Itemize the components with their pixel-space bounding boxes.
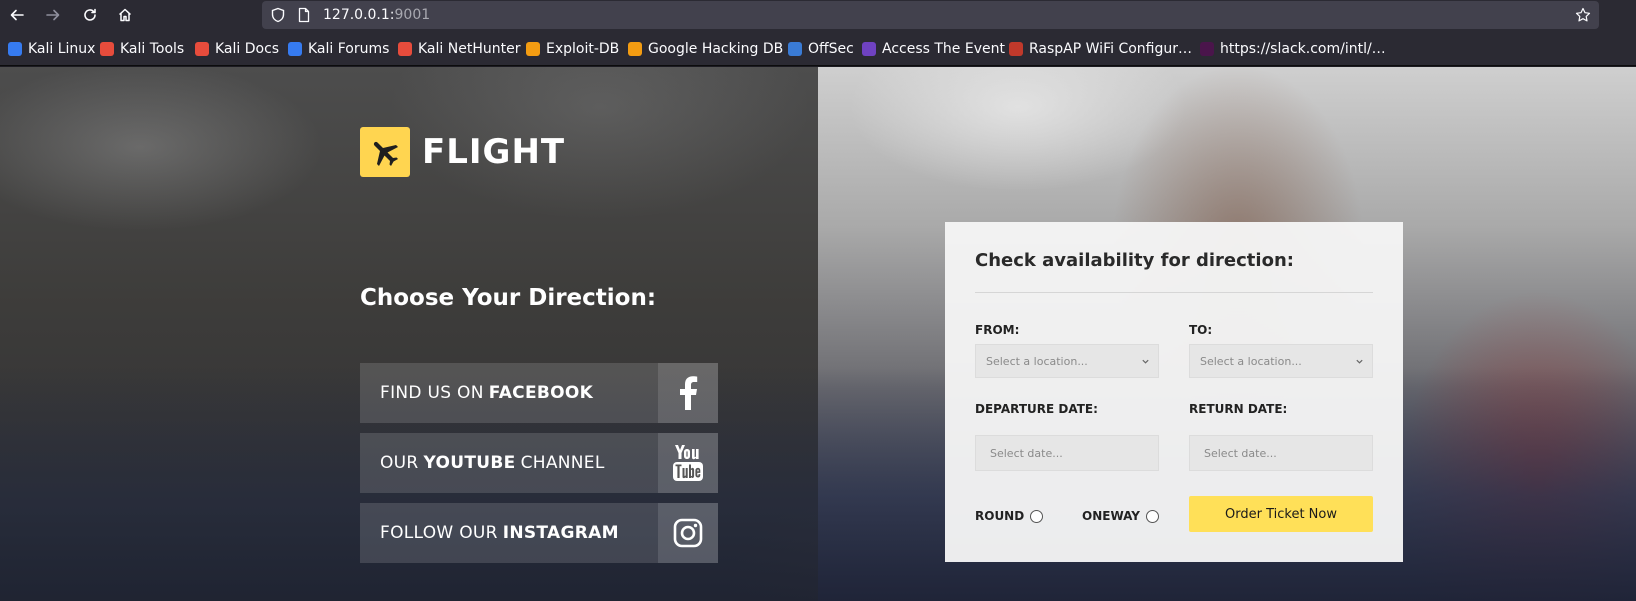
bookmark-label: Kali Tools: [120, 41, 185, 57]
bookmarks-bar: Kali Linux Kali Tools Kali Docs Kali Forums…: [0, 30, 1636, 66]
bookmark-item[interactable]: Kali Tools: [100, 40, 184, 58]
home-icon: [118, 8, 132, 22]
url-text[interactable]: 127.0.0.1:9001: [323, 7, 430, 23]
bookmark-item[interactable]: https://slack.com/intl/…: [1200, 40, 1386, 58]
youtube-icon-box: [658, 433, 718, 493]
youtube-suffix: CHANNEL: [520, 453, 605, 473]
return-date-placeholder: Select date...: [1204, 446, 1277, 460]
instagram-prefix: FOLLOW OUR: [380, 523, 498, 543]
round-option[interactable]: ROUND: [975, 509, 1044, 523]
departure-date-input[interactable]: Select date...: [975, 435, 1159, 471]
browser-toolbar: 127.0.0.1:9001: [0, 0, 1636, 30]
to-select-value: Select a location...: [1200, 354, 1302, 368]
kali-dragon-icon: [8, 42, 22, 56]
oneway-radio[interactable]: [1145, 509, 1159, 523]
bookmark-item[interactable]: Exploit-DB: [526, 40, 619, 58]
from-select[interactable]: Select a location...: [975, 344, 1159, 378]
youtube-link-label: OUR YOUTUBE CHANNEL: [360, 433, 658, 493]
forward-arrow-icon: [46, 9, 60, 21]
kali-docs-icon: [195, 42, 209, 56]
reload-icon: [84, 8, 96, 21]
shield-icon[interactable]: [270, 7, 286, 23]
bookmark-label: Google Hacking DB: [648, 41, 784, 57]
chevron-down-icon: [1356, 359, 1363, 364]
departure-date-label: DEPARTURE DATE:: [975, 402, 1098, 416]
bookmark-item[interactable]: OffSec: [788, 40, 854, 58]
logo-badge: [360, 127, 410, 177]
back-arrow-icon: [10, 9, 24, 21]
order-ticket-button[interactable]: Order Ticket Now: [1189, 496, 1373, 532]
from-select-value: Select a location...: [986, 354, 1088, 368]
return-date-label: RETURN DATE:: [1189, 402, 1288, 416]
youtube-bold: YOUTUBE: [423, 453, 516, 473]
slack-icon: [1200, 42, 1214, 56]
url-host: 127.0.0.1:: [323, 7, 395, 23]
url-port: 9001: [394, 7, 431, 23]
kali-tools-icon: [100, 42, 114, 56]
bookmark-label: OffSec: [808, 41, 854, 57]
oneway-label: ONEWAY: [1082, 509, 1140, 523]
url-bar[interactable]: 127.0.0.1:9001: [262, 1, 1599, 29]
airplane-icon: [373, 141, 399, 167]
round-label: ROUND: [975, 509, 1025, 523]
instagram-icon: [673, 518, 703, 548]
chevron-down-icon: [1142, 359, 1149, 364]
facebook-bold: FACEBOOK: [488, 383, 594, 403]
kali-forums-icon: [288, 42, 302, 56]
instagram-link[interactable]: FOLLOW OUR INSTAGRAM: [360, 503, 718, 563]
facebook-link-label: FIND US ON FACEBOOK: [360, 363, 658, 423]
page-icon[interactable]: [296, 7, 312, 23]
logo-text: FLIGHT: [422, 132, 566, 172]
back-button[interactable]: [4, 4, 30, 26]
youtube-prefix: OUR: [380, 453, 419, 473]
bookmark-item[interactable]: Kali Docs: [195, 40, 279, 58]
bookmark-item[interactable]: Kali NetHunter: [398, 40, 520, 58]
bookmark-item[interactable]: Kali Linux: [8, 40, 95, 58]
booking-divider: [975, 292, 1373, 293]
offsec-icon: [788, 42, 802, 56]
choose-direction-heading: Choose Your Direction:: [360, 285, 657, 311]
bookmark-label: Kali NetHunter: [418, 41, 521, 57]
kali-nethunter-icon: [398, 42, 412, 56]
bookmark-label: Kali Forums: [308, 41, 390, 57]
bookmark-label: Access The Event: [882, 41, 1005, 57]
bookmark-label: RaspAP WiFi Configur…: [1029, 41, 1192, 57]
youtube-link[interactable]: OUR YOUTUBE CHANNEL: [360, 433, 718, 493]
facebook-link[interactable]: FIND US ON FACEBOOK: [360, 363, 718, 423]
bookmark-star-icon[interactable]: [1575, 7, 1591, 23]
bookmark-label: Kali Docs: [215, 41, 280, 57]
home-button[interactable]: [112, 4, 138, 26]
exploit-db-icon: [526, 42, 540, 56]
reload-button[interactable]: [77, 4, 103, 26]
bookmark-item[interactable]: Access The Event: [862, 40, 1005, 58]
facebook-icon: [680, 376, 698, 410]
flight-page: FLIGHT Choose Your Direction: FIND US ON…: [0, 67, 1636, 601]
forward-button[interactable]: [40, 4, 66, 26]
bookmark-item[interactable]: Google Hacking DB: [628, 40, 783, 58]
booking-title: Check availability for direction:: [975, 250, 1294, 271]
bookmark-label: https://slack.com/intl/…: [1220, 41, 1386, 57]
booking-form: Check availability for direction: FROM: …: [945, 222, 1403, 562]
instagram-icon-box: [658, 503, 718, 563]
instagram-bold: INSTAGRAM: [502, 523, 619, 543]
facebook-prefix: FIND US ON: [380, 383, 484, 403]
bookmark-item[interactable]: Kali Forums: [288, 40, 389, 58]
departure-date-placeholder: Select date...: [990, 446, 1063, 460]
to-label: TO:: [1189, 323, 1213, 337]
facebook-icon-box: [658, 363, 718, 423]
site-logo[interactable]: FLIGHT: [360, 127, 565, 177]
bookmark-label: Kali Linux: [28, 41, 96, 57]
youtube-icon: [673, 445, 703, 481]
raspap-icon: [1009, 42, 1023, 56]
return-date-input[interactable]: Select date...: [1189, 435, 1373, 471]
oneway-option[interactable]: ONEWAY: [1082, 509, 1159, 523]
from-label: FROM:: [975, 323, 1020, 337]
instagram-link-label: FOLLOW OUR INSTAGRAM: [360, 503, 658, 563]
round-radio[interactable]: [1030, 509, 1044, 523]
to-select[interactable]: Select a location...: [1189, 344, 1373, 378]
bookmark-label: Exploit-DB: [546, 41, 620, 57]
google-hacking-db-icon: [628, 42, 642, 56]
bookmark-item[interactable]: RaspAP WiFi Configur…: [1009, 40, 1192, 58]
access-event-icon: [862, 42, 876, 56]
